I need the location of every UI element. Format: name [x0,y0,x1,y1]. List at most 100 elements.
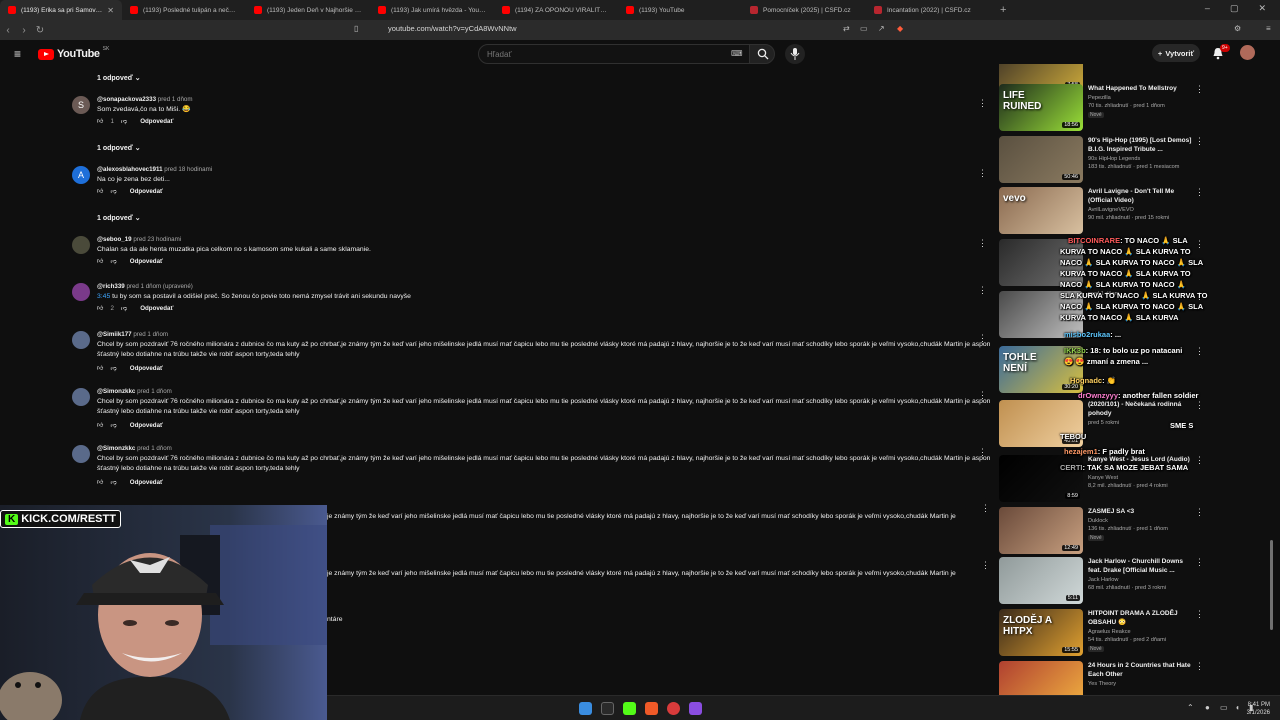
url-field[interactable]: youtube.com/watch?v=yCdA8WvNNtw [388,24,517,33]
recommended-video[interactable]: 24 Hours in 2 Countries that Hate Each O… [999,661,1229,695]
forward-icon[interactable]: › [16,25,32,36]
comment-more-icon[interactable]: ⋮ [978,98,987,109]
comment-time[interactable]: pred 1 dňom [137,445,172,452]
close-tab-icon[interactable]: ✕ [107,6,114,15]
video-thumbnail[interactable]: LIFE RUINED 18:56 [999,84,1083,131]
reply-button[interactable]: Odpovedať [130,365,163,372]
tray-mic-icon[interactable]: ● [1205,703,1210,712]
hamburger-menu-icon[interactable]: ≡ [14,47,21,61]
voice-search-button[interactable] [785,44,805,64]
video-more-icon[interactable]: ⋮ [1195,661,1204,672]
comment-author[interactable]: @Simonzkkc [97,445,135,452]
comment-author[interactable]: @rich339 [97,283,125,290]
comment-time[interactable]: pred 1 dňom [133,331,168,338]
reply-button[interactable]: Odpovedať [130,422,163,429]
video-more-icon[interactable]: ⋮ [1195,84,1204,95]
dislike-icon[interactable]: 👎︎ [110,364,116,372]
reload-icon[interactable]: ↻ [32,25,48,36]
video-title[interactable]: 90's Hip-Hop (1995) [Lost Demos] B.I.G. … [1088,136,1196,154]
back-icon[interactable]: ‹ [0,25,16,36]
reply-button[interactable]: Odpovedať [130,188,163,195]
avatar[interactable] [72,331,90,349]
system-clock[interactable]: 8:41 PM 3/1/2026 [1247,701,1270,717]
comment-author[interactable]: @sonapackova2333 [97,96,156,103]
brave-browser-icon[interactable] [645,702,658,715]
browser-tab[interactable]: Pomocníček (2025) | ČSFD.cz [742,0,866,20]
reply-button[interactable]: Odpovedať [130,479,163,486]
app-icon[interactable] [667,702,680,715]
recommended-video[interactable]: ZLODĚJ A HITPX 15:55 HITPOINT DRAMA A ZLOD… [999,609,1229,657]
tray-chevron-icon[interactable]: ⌃ [1187,703,1194,712]
dislike-icon[interactable]: 👎︎ [110,187,116,195]
video-more-icon[interactable]: ⋮ [1195,609,1204,620]
browser-tab[interactable]: (1193) Posledné tulipán a nečekaný n [122,0,246,20]
search-button[interactable] [749,44,775,64]
screenshot-icon[interactable]: ▭ [860,24,868,33]
extensions-icon[interactable]: ⚙ [1234,24,1241,33]
comment-time[interactable]: pred 1 dňom [137,388,172,395]
video-thumbnail[interactable]: 5:11 [999,557,1083,604]
bookmark-icon[interactable]: ▯ [354,24,358,33]
browser-tab[interactable]: (1194) ZA OPONOU VIRALITY: MEL [494,0,618,20]
avatar[interactable] [72,388,90,406]
like-icon[interactable]: 👍︎ [97,117,103,125]
comment-author[interactable]: @seboo_19 [97,236,132,243]
video-more-icon[interactable]: ⋮ [1195,187,1204,198]
browser-tab[interactable]: (1193) Erika sa pri Samovi nedo... ✕ [0,0,122,20]
comment-author[interactable]: @alexosblahovec1911 [97,166,163,173]
share-icon[interactable]: ↗ [878,24,885,33]
video-thumbnail[interactable]: ZLODĚJ A HITPX 15:55 [999,609,1083,656]
account-avatar[interactable] [1240,45,1255,60]
comment-more-icon[interactable]: ⋮ [978,390,987,401]
like-icon[interactable]: 👍︎ [97,187,103,195]
browser-tab[interactable]: (1193) YouTube [618,0,742,20]
avatar[interactable] [72,445,90,463]
create-button[interactable]: + Vytvoriť [1152,44,1200,62]
comment-time[interactable]: pred 18 hodinami [164,166,212,173]
video-more-icon[interactable]: ⋮ [1195,136,1204,147]
new-tab-icon[interactable]: + [1000,4,1006,16]
avatar[interactable]: A [72,166,90,184]
dislike-icon[interactable]: 👎︎ [110,421,116,429]
tray-volume-icon[interactable]: ◖ [1235,703,1240,712]
browser-tab[interactable]: (1193) Jak umírá hvězda - YouTube [370,0,494,20]
reply-button[interactable]: Odpovedať [140,305,173,312]
video-more-icon[interactable]: ⋮ [1195,507,1204,518]
dislike-icon[interactable]: 👎︎ [121,117,127,125]
like-icon[interactable]: 👍︎ [97,421,103,429]
like-icon[interactable]: 👍︎ [97,364,103,372]
comment-more-icon[interactable]: ⋮ [978,285,987,296]
channel-name[interactable]: Yes Theory [1088,681,1116,687]
video-thumbnail[interactable] [999,661,1083,695]
channel-name[interactable]: Jack Harlow [1088,577,1118,583]
show-replies-button[interactable]: 1 odpoveď ⌄ [97,144,141,152]
browser-tab[interactable]: Incantation (2022) | ČSFD.cz [866,0,990,20]
video-thumbnail[interactable]: 12:49 [999,507,1083,554]
reply-button[interactable]: Odpovedať [140,118,173,125]
comment-time[interactable]: pred 1 dňom [158,96,193,103]
menu-icon[interactable]: ≡ [1266,24,1271,33]
comment-time[interactable]: pred 23 hodinami [133,236,181,243]
brave-shield-icon[interactable]: ◆ [897,24,903,33]
video-title[interactable]: Jack Harlow - Churchill Downs feat. Drak… [1088,557,1196,575]
comment-author[interactable]: @Simiik177 [97,331,132,338]
windows-start-icon[interactable] [579,702,592,715]
dislike-icon[interactable]: 👎︎ [110,478,116,486]
like-icon[interactable]: 👍︎ [97,478,103,486]
maximize-icon[interactable]: ▢ [1230,3,1239,14]
comment-author[interactable]: @Simonzkkc [97,388,135,395]
scrollbar-thumb[interactable] [1270,540,1273,630]
minimize-icon[interactable]: – [1205,3,1210,14]
like-icon[interactable]: 👍︎ [97,257,103,265]
recommended-video[interactable]: 12:49 ZASMEJ SA <3 Duklock 136 tis. zhliad… [999,507,1229,555]
channel-name[interactable]: Agraelus Reakce [1088,629,1131,635]
video-more-icon[interactable]: ⋮ [1195,557,1204,568]
recommended-video[interactable]: LIFE RUINED 18:56 What Happened To Mellstr… [999,84,1229,132]
translate-icon[interactable]: ⇄ [843,24,850,33]
tray-network-icon[interactable]: ▭ [1220,703,1228,712]
channel-name[interactable]: Duklock [1088,518,1108,524]
streaming-app-icon[interactable] [689,702,702,715]
avatar[interactable]: S [72,96,90,114]
channel-name[interactable]: 90s HipHop Legends [1088,156,1140,162]
avatar[interactable] [72,236,90,254]
